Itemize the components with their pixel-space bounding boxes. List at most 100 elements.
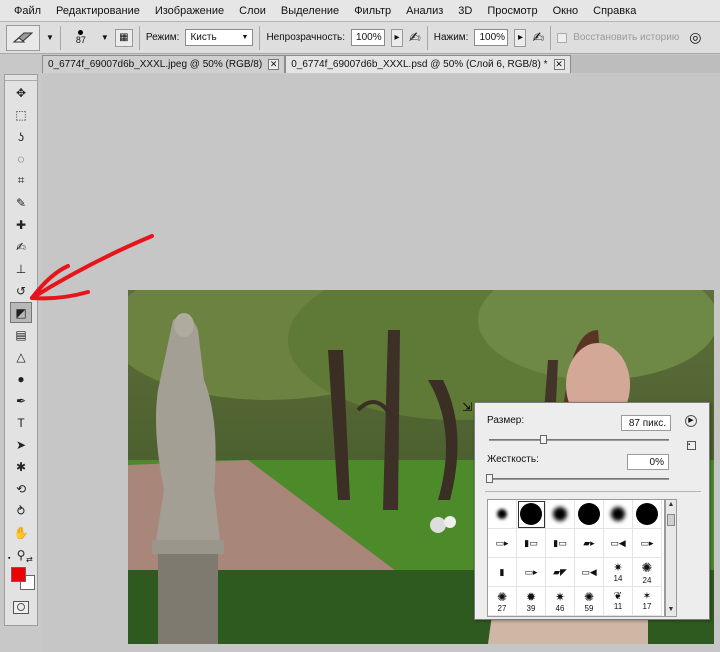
- presets-scrollbar[interactable]: ▲ ▼: [665, 499, 677, 617]
- menu-item[interactable]: Слои: [239, 5, 266, 17]
- opacity-slider-arrow-icon[interactable]: ▸: [391, 28, 404, 47]
- close-icon[interactable]: ✕: [268, 59, 280, 70]
- size-slider[interactable]: [489, 439, 669, 441]
- brush-tip-icon: ▭▸: [640, 537, 654, 548]
- preset-brush-39[interactable]: ✹ 39: [517, 587, 546, 616]
- stamp-tool[interactable]: ⊥: [10, 258, 32, 279]
- path-select-tool[interactable]: ➤: [10, 434, 32, 455]
- mouse-cursor-icon: ⇲: [462, 400, 473, 414]
- 3d-orbit-tool[interactable]: ⥁: [10, 500, 32, 521]
- preset-hard-round-large[interactable]: [633, 500, 662, 529]
- scroll-down-icon[interactable]: ▼: [666, 605, 676, 616]
- size-input[interactable]: 87 пикс.: [621, 415, 671, 431]
- preset-hard-round-large[interactable]: [575, 500, 604, 529]
- preset-brush-11[interactable]: ❦ 11: [604, 587, 633, 616]
- menu-item[interactable]: Файл: [14, 5, 41, 17]
- eraser-icon: [12, 32, 34, 42]
- foreground-color-swatch[interactable]: [11, 567, 26, 582]
- tool-preset-picker[interactable]: [6, 24, 40, 51]
- lasso-tool[interactable]: ʖ: [10, 126, 32, 147]
- splatter-brush-icon: ✺: [583, 589, 595, 604]
- eyedropper-tool[interactable]: ✎: [10, 192, 32, 213]
- preset-hard-round-large[interactable]: [517, 500, 546, 529]
- eraser-tool[interactable]: ◩: [10, 302, 32, 323]
- preset-brush-tip[interactable]: ▮▭: [517, 529, 546, 558]
- brush-preset-picker[interactable]: 87: [67, 25, 95, 51]
- size-slider-thumb[interactable]: [540, 435, 547, 444]
- flow-value: 100%: [479, 32, 506, 43]
- preset-brush-tip[interactable]: ▭◀: [604, 529, 633, 558]
- mode-value: Кисть: [190, 32, 217, 43]
- close-icon[interactable]: ✕: [553, 59, 565, 70]
- mode-select[interactable]: Кисть ▼: [185, 29, 254, 46]
- preset-soft-round[interactable]: [488, 500, 517, 529]
- dodge-tool[interactable]: ●: [10, 368, 32, 389]
- preset-brush-14[interactable]: ✷ 14: [604, 558, 633, 587]
- preset-soft-round[interactable]: [546, 500, 575, 529]
- hardness-slider[interactable]: [489, 478, 669, 480]
- marquee-tool[interactable]: ⬚: [10, 104, 32, 125]
- preset-brush-59[interactable]: ✺ 59: [575, 587, 604, 616]
- hardness-input[interactable]: 0%: [627, 454, 669, 470]
- preset-brush-tip[interactable]: ▰▸: [575, 529, 604, 558]
- panel-grip[interactable]: [5, 75, 37, 81]
- preset-brush-46[interactable]: ✷ 46: [546, 587, 575, 616]
- menu-item[interactable]: Окно: [553, 5, 579, 17]
- hand-tool[interactable]: ✋: [10, 522, 32, 543]
- scroll-thumb[interactable]: [667, 514, 675, 526]
- blur-tool[interactable]: △: [10, 346, 32, 367]
- menu-item[interactable]: Просмотр: [487, 5, 537, 17]
- 3d-rotate-tool[interactable]: ⟲: [10, 478, 32, 499]
- hardness-slider-thumb[interactable]: [486, 474, 493, 483]
- preset-brush-17[interactable]: ✶ 17: [633, 587, 662, 616]
- new-preset-icon[interactable]: ▪: [687, 441, 696, 450]
- swap-colors-icon[interactable]: ⇄: [26, 555, 33, 564]
- restore-history-checkbox[interactable]: [557, 32, 568, 43]
- preset-brush-tip[interactable]: ▭▸: [517, 558, 546, 587]
- type-tool[interactable]: T: [10, 412, 32, 433]
- tab-jpeg-document[interactable]: 0_6774f_69007d6b_XXXL.jpeg @ 50% (RGB/8)…: [42, 55, 286, 73]
- preset-brush-tip[interactable]: ▰◤: [546, 558, 575, 587]
- preset-brush-tip[interactable]: ▮: [488, 558, 517, 587]
- color-swatches: ▪ ⇄: [8, 555, 36, 595]
- dropdown-arrow-icon[interactable]: ▼: [46, 33, 54, 42]
- default-colors-icon[interactable]: ▪: [8, 555, 16, 563]
- brush-panel-toggle-icon[interactable]: ▦: [114, 28, 133, 47]
- preset-brush-tip[interactable]: ▮▭: [546, 529, 575, 558]
- quick-select-tool[interactable]: ◌: [10, 148, 32, 169]
- tab-psd-document[interactable]: 0_6774f_69007d6b_XXXL.psd @ 50% (Слой 6,…: [285, 55, 571, 73]
- airbrush-icon[interactable]: ✍: [532, 29, 544, 46]
- pen-tool[interactable]: ✒: [10, 390, 32, 411]
- move-tool[interactable]: ✥: [10, 82, 32, 103]
- history-brush-tool[interactable]: ↺: [10, 280, 32, 301]
- preset-brush-tip[interactable]: ▭▸: [633, 529, 662, 558]
- shape-icon: ✱: [15, 459, 27, 474]
- flow-input[interactable]: 100%: [474, 29, 509, 46]
- preset-brush-27[interactable]: ✺ 27: [488, 587, 517, 616]
- menu-item[interactable]: Изображение: [155, 5, 224, 17]
- scroll-up-icon[interactable]: ▲: [666, 500, 676, 511]
- quick-select-icon: ◌: [17, 151, 25, 166]
- menu-item[interactable]: Фильтр: [354, 5, 391, 17]
- dropdown-arrow-icon[interactable]: ▼: [101, 33, 109, 42]
- opacity-input[interactable]: 100%: [351, 29, 386, 46]
- shape-tool[interactable]: ✱: [10, 456, 32, 477]
- preset-brush-tip[interactable]: ▭◀: [575, 558, 604, 587]
- preset-brush-24[interactable]: ✺ 24: [633, 558, 662, 587]
- preset-soft-round[interactable]: [604, 500, 633, 529]
- spot-healing-tool[interactable]: ✚: [10, 214, 32, 235]
- menu-item[interactable]: Редактирование: [56, 5, 140, 17]
- crop-tool[interactable]: ⌗: [10, 170, 32, 191]
- menu-item[interactable]: Анализ: [406, 5, 443, 17]
- panel-menu-icon[interactable]: ▶: [685, 415, 697, 427]
- pressure-opacity-icon[interactable]: ✍: [409, 29, 421, 46]
- quick-mask-icon[interactable]: [13, 601, 29, 614]
- menu-item[interactable]: 3D: [458, 5, 472, 17]
- tablet-pressure-size-icon[interactable]: ◎: [689, 29, 701, 46]
- preset-brush-tip[interactable]: ▭▸: [488, 529, 517, 558]
- flow-slider-arrow-icon[interactable]: ▸: [514, 28, 527, 47]
- menu-item[interactable]: Выделение: [281, 5, 339, 17]
- menu-item[interactable]: Справка: [593, 5, 636, 17]
- gradient-tool[interactable]: ▤: [10, 324, 32, 345]
- brush-tool[interactable]: ✍: [10, 236, 32, 257]
